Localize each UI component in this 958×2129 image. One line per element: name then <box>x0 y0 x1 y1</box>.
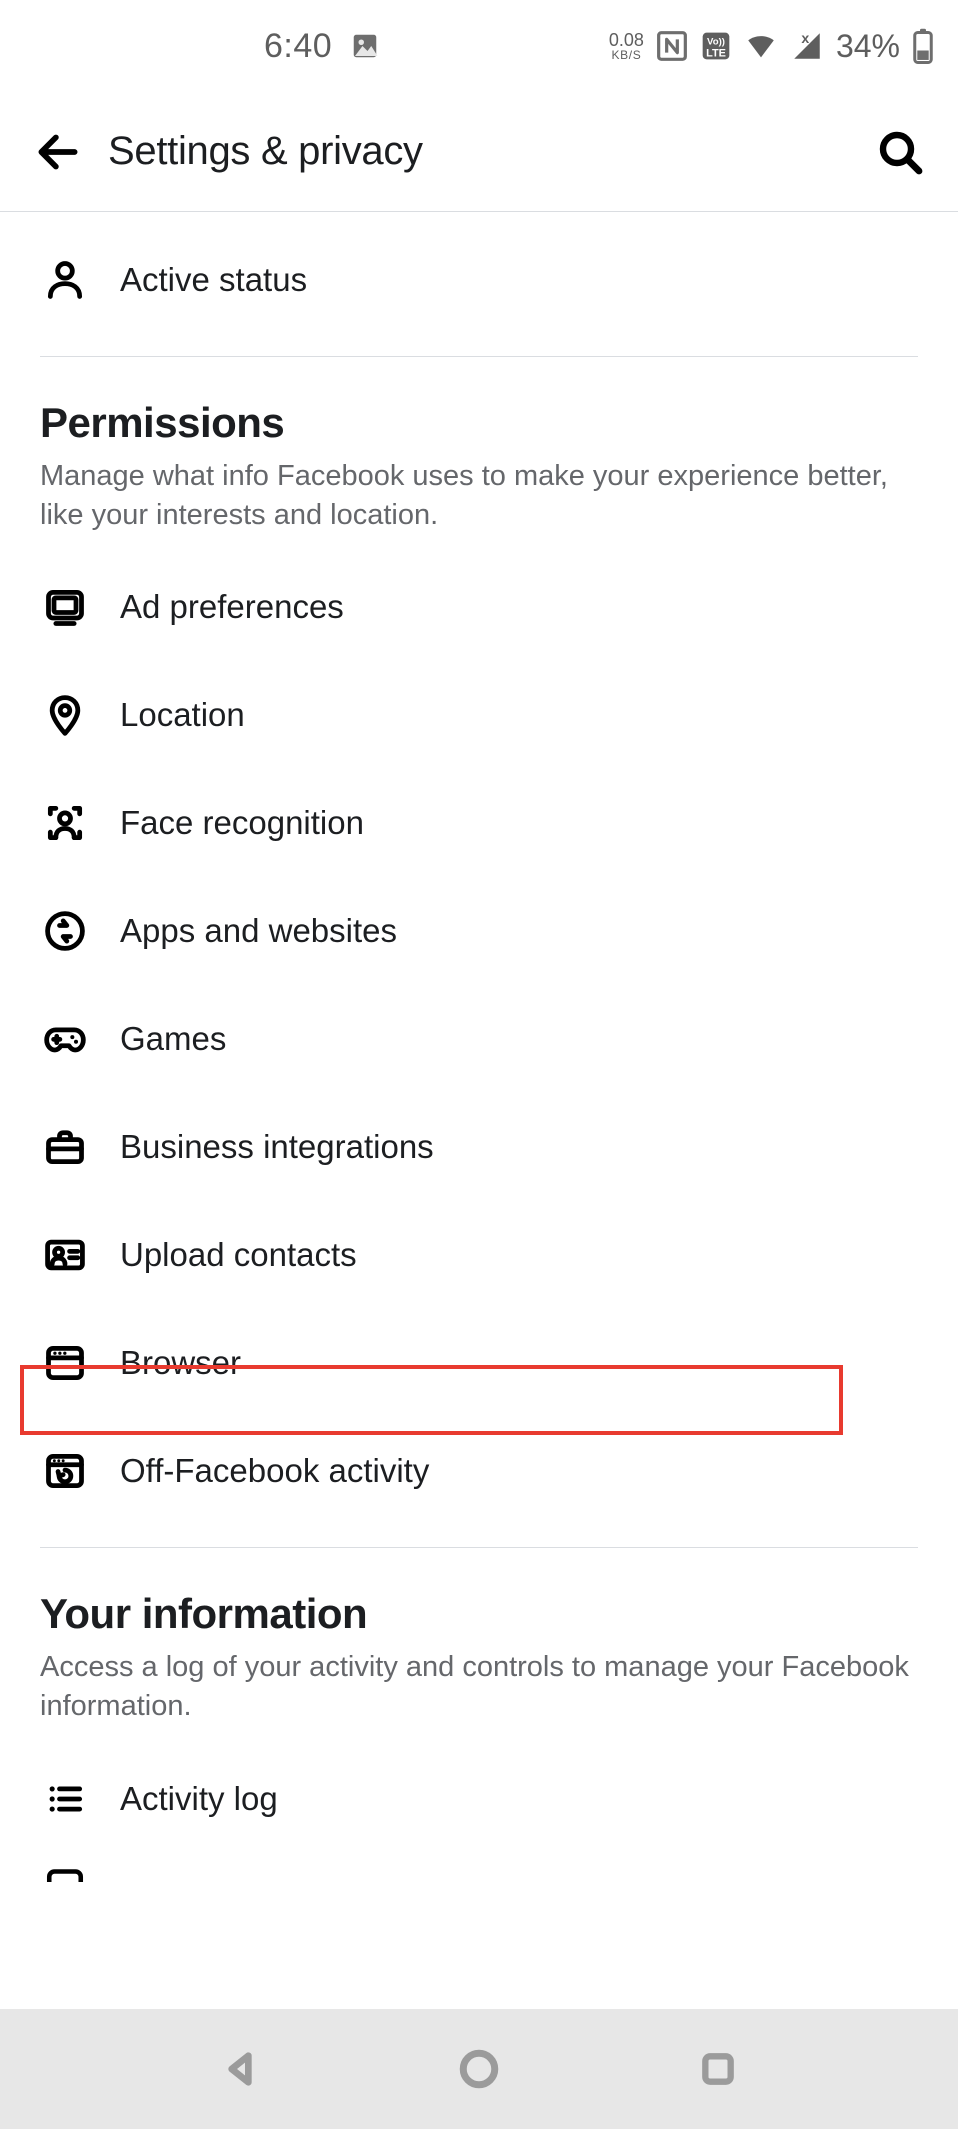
svg-text:Vo)): Vo)) <box>707 37 725 48</box>
volte-icon: Vo))LTE <box>700 30 732 62</box>
item-label: Activity log <box>120 1780 278 1818</box>
item-location[interactable]: Location <box>0 661 958 769</box>
settings-list: Active status Permissions Manage what in… <box>0 226 958 1893</box>
nav-back-button[interactable] <box>214 2043 266 2095</box>
section-permissions-header: Permissions Manage what info Facebook us… <box>0 379 958 535</box>
item-label: Business integrations <box>120 1128 434 1166</box>
nav-home-button[interactable] <box>453 2043 505 2095</box>
photo-icon <box>350 31 380 61</box>
item-label: Ad preferences <box>120 588 344 626</box>
item-ad-preferences[interactable]: Ad preferences <box>0 553 958 661</box>
item-label: Location <box>120 696 245 734</box>
nav-recent-button[interactable] <box>692 2043 744 2095</box>
item-label: Upload contacts <box>120 1236 357 1274</box>
unknown-icon <box>40 1869 90 1881</box>
item-label: Games <box>120 1020 226 1058</box>
list-icon <box>40 1774 90 1824</box>
gamepad-icon <box>40 1014 90 1064</box>
item-business-integrations[interactable]: Business integrations <box>0 1093 958 1201</box>
battery-icon <box>912 28 934 64</box>
browser-window-icon <box>40 1338 90 1388</box>
history-window-icon <box>40 1446 90 1496</box>
search-button[interactable] <box>870 122 930 182</box>
item-off-facebook-activity[interactable]: Off-Facebook activity <box>0 1417 958 1525</box>
person-icon <box>40 255 90 305</box>
item-activity-log[interactable]: Activity log <box>0 1745 958 1853</box>
item-browser[interactable]: Browser <box>0 1309 958 1417</box>
item-active-status[interactable]: Active status <box>0 226 958 334</box>
item-apps-websites[interactable]: Apps and websites <box>0 877 958 985</box>
wifi-icon <box>744 29 778 63</box>
item-label: Browser <box>120 1344 241 1382</box>
cell-signal-icon: x <box>790 29 824 63</box>
page-title: Settings & privacy <box>108 129 423 174</box>
monitor-icon <box>40 582 90 632</box>
divider <box>40 1547 918 1548</box>
battery-percent: 34% <box>836 28 900 65</box>
id-card-icon <box>40 1230 90 1280</box>
svg-text:x: x <box>801 31 809 47</box>
item-upload-contacts[interactable]: Upload contacts <box>0 1201 958 1309</box>
item-label: Off-Facebook activity <box>120 1452 429 1490</box>
status-bar: 6:40 0.08 KB/S Vo))LTE x 34% <box>0 0 958 92</box>
section-title: Permissions <box>40 399 918 447</box>
sync-arrows-icon <box>40 906 90 956</box>
app-header: Settings & privacy <box>0 92 958 212</box>
back-button[interactable] <box>28 122 88 182</box>
item-face-recognition[interactable]: Face recognition <box>0 769 958 877</box>
face-scan-icon <box>40 798 90 848</box>
item-label: Active status <box>120 261 307 299</box>
section-subtitle: Access a log of your activity and contro… <box>40 1648 918 1726</box>
location-pin-icon <box>40 690 90 740</box>
item-games[interactable]: Games <box>0 985 958 1093</box>
item-label: Face recognition <box>120 804 364 842</box>
nfc-icon <box>656 30 688 62</box>
section-title: Your information <box>40 1590 918 1638</box>
svg-text:LTE: LTE <box>706 48 726 60</box>
item-partial-next[interactable] <box>0 1853 958 1893</box>
status-time: 6:40 <box>264 27 332 66</box>
divider <box>40 356 918 357</box>
briefcase-icon <box>40 1122 90 1172</box>
item-label: Apps and websites <box>120 912 397 950</box>
section-your-information-header: Your information Access a log of your ac… <box>0 1570 958 1726</box>
net-speed-indicator: 0.08 KB/S <box>609 31 644 61</box>
system-nav-bar <box>0 2009 958 2129</box>
section-subtitle: Manage what info Facebook uses to make y… <box>40 457 918 535</box>
